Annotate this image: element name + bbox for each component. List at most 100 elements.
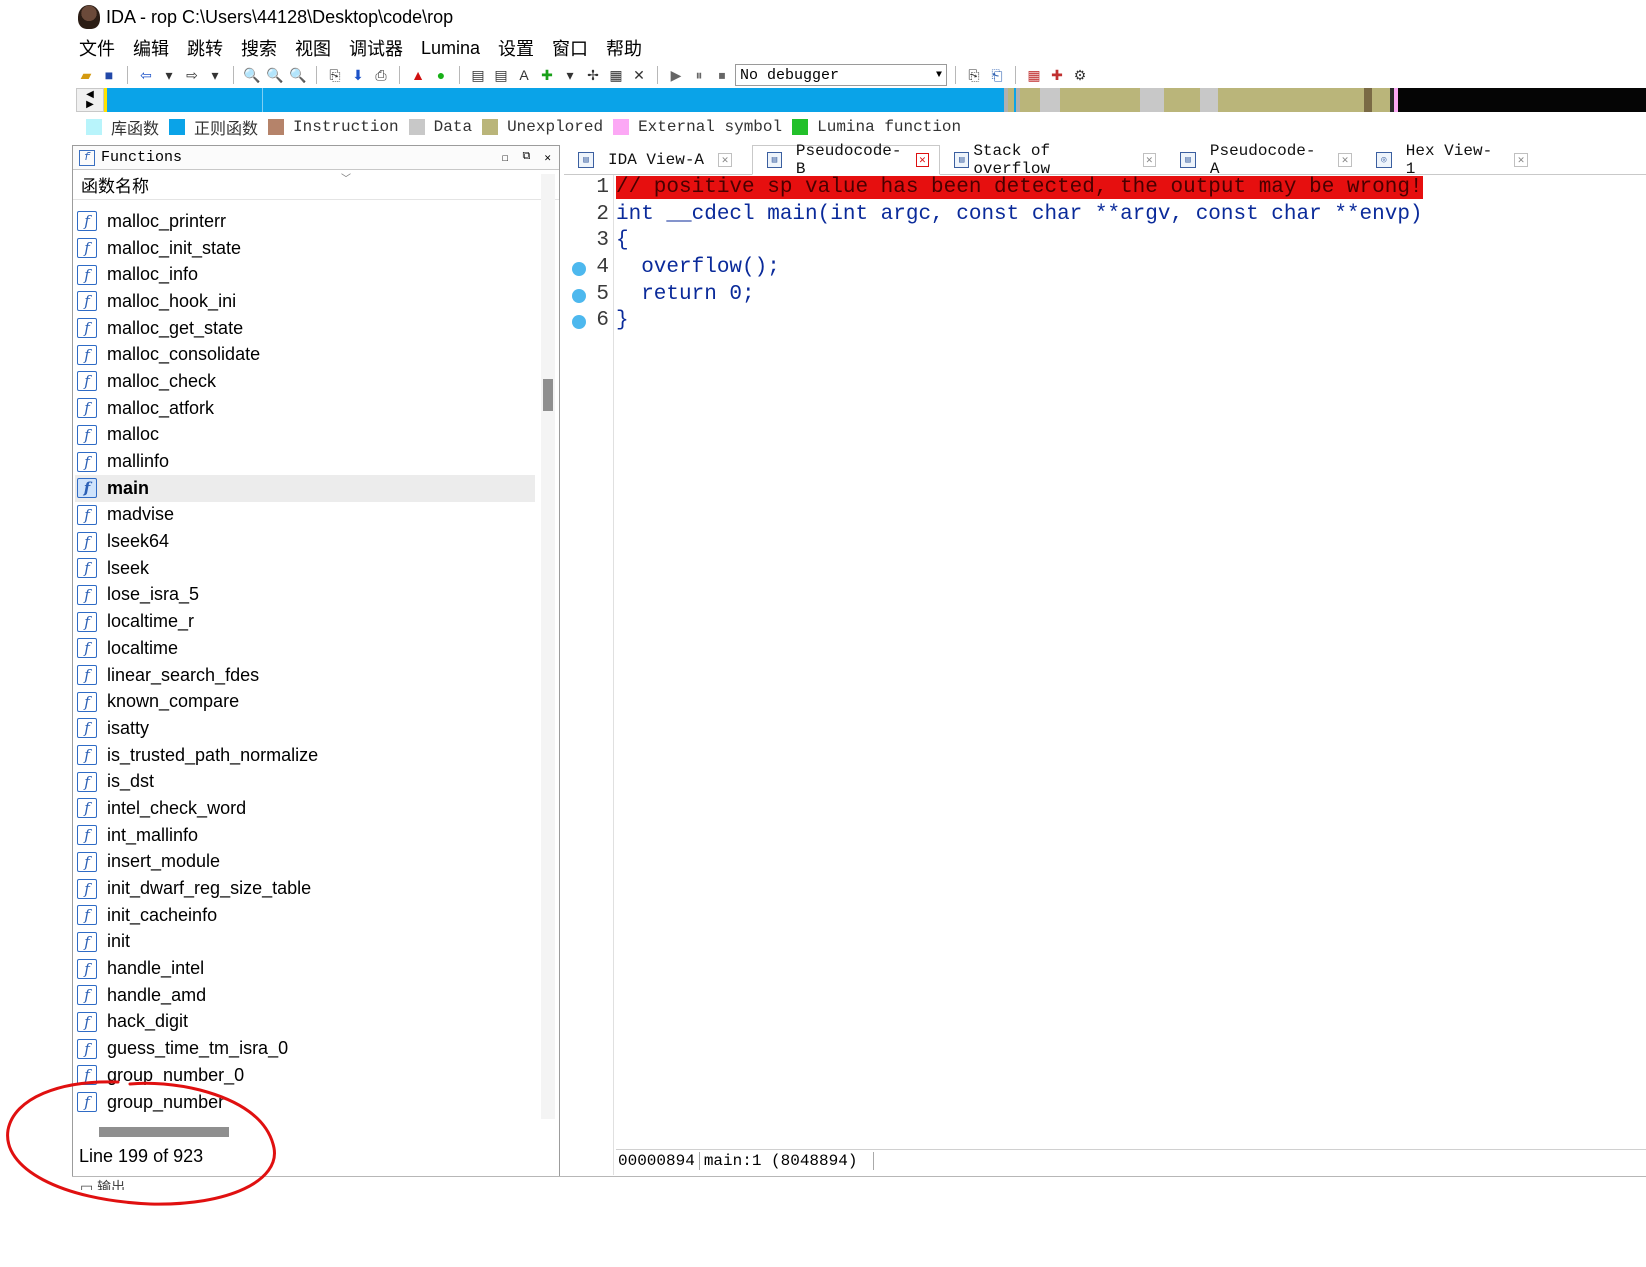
menu-jump[interactable]: 跳转 <box>178 35 232 61</box>
menu-debugger[interactable]: 调试器 <box>340 35 412 61</box>
function-list-item[interactable]: f linear_search_fdes <box>75 662 535 689</box>
menu-search[interactable]: 搜索 <box>232 35 286 61</box>
close-icon[interactable]: ✕ <box>718 153 733 167</box>
function-list-item[interactable]: f int_mallinfo <box>75 822 535 849</box>
menu-edit[interactable]: 编辑 <box>124 35 178 61</box>
function-name-column-header[interactable]: 函数名称 ﹀ <box>73 170 559 200</box>
breakpoint-dot-icon[interactable] <box>572 288 586 303</box>
function-list-item[interactable]: f hack_digit <box>75 1009 535 1036</box>
code-lines[interactable]: // positive sp value has been detected, … <box>616 175 1423 335</box>
function-list-item[interactable]: f malloc_consolidate <box>75 341 535 368</box>
vertical-scrollbar[interactable] <box>541 174 555 1119</box>
stop-icon[interactable]: ⏹ <box>712 65 732 85</box>
function-list-item[interactable]: f handle_amd <box>75 982 535 1009</box>
tab-ida-view-a[interactable]: ▤ IDA View-A ✕ <box>564 145 752 175</box>
run-green-icon[interactable]: ● <box>431 65 451 85</box>
view-3-icon[interactable]: ⚙ <box>1070 65 1090 85</box>
scroll-thumb[interactable] <box>99 1127 229 1137</box>
forward-icon[interactable]: ⇨ <box>182 65 202 85</box>
view-2-icon[interactable]: ✚ <box>1047 65 1067 85</box>
horizontal-scrollbar[interactable] <box>75 1121 537 1143</box>
function-list-item[interactable]: f malloc <box>75 422 535 449</box>
float-icon[interactable]: ⧉ <box>523 151 531 165</box>
menu-windows[interactable]: 窗口 <box>543 35 597 61</box>
function-list-item[interactable]: f mallinfo <box>75 448 535 475</box>
open-icon[interactable]: ▰ <box>76 65 96 85</box>
function-list-item[interactable]: f group_number <box>75 1089 535 1116</box>
close-icon[interactable]: ✕ <box>1142 153 1156 167</box>
close-icon[interactable]: ✕ <box>1338 153 1352 167</box>
gutter-row[interactable]: 3 <box>564 228 613 255</box>
tab-pseudocode-b[interactable]: ▤ Pseudocode-B ✕ <box>752 142 940 178</box>
tab-hex-view-1[interactable]: ◎ Hex View-1 ✕ <box>1362 142 1538 178</box>
warning-comment-line[interactable]: // positive sp value has been detected, … <box>616 175 1423 202</box>
search-text-icon[interactable]: 🔍 <box>242 65 262 85</box>
output-tab[interactable]: ▭ 输出 <box>72 1176 1646 1190</box>
down-arrow-icon[interactable]: ⬇ <box>348 65 368 85</box>
nav-strip[interactable] <box>104 88 1646 112</box>
menu-help[interactable]: 帮助 <box>597 35 651 61</box>
debugger-select[interactable]: No debugger ▼ <box>735 64 947 86</box>
pseudocode-view[interactable]: 1 2 3 45 6 // positive sp value has been det… <box>564 175 1646 1175</box>
gutter-row[interactable]: 1 <box>564 175 613 202</box>
debugger-step-icon[interactable]: ⎘ <box>964 65 984 85</box>
function-list-item[interactable]: f malloc_init_state <box>75 235 535 262</box>
search-binary-icon[interactable]: 🔍 <box>265 65 285 85</box>
nav-right-icon[interactable]: ▶ <box>86 100 94 110</box>
add-enum-icon[interactable]: ▤ <box>491 65 511 85</box>
line-number-gutter[interactable]: 1 2 3 45 6 <box>564 175 614 1175</box>
function-list-item[interactable]: f isatty <box>75 715 535 742</box>
breakpoint-dot-icon[interactable] <box>572 262 586 277</box>
save-icon[interactable]: ■ <box>99 65 119 85</box>
gutter-row[interactable]: 5 <box>564 282 613 309</box>
function-list-item[interactable]: f malloc_hook_ini <box>75 288 535 315</box>
add-xref-icon[interactable]: ✢ <box>583 65 603 85</box>
add-string-icon[interactable]: A <box>514 65 534 85</box>
function-list-item[interactable]: f malloc_printerr <box>75 208 535 235</box>
code-line[interactable]: overflow(); <box>616 255 1423 282</box>
function-list-item[interactable]: f malloc_atfork <box>75 395 535 422</box>
function-list-item[interactable]: f insert_module <box>75 849 535 876</box>
function-list-item[interactable]: f malloc_check <box>75 368 535 395</box>
function-list-item[interactable]: f malloc_info <box>75 261 535 288</box>
code-icon[interactable]: ⎙ <box>371 65 391 85</box>
function-list-item[interactable]: f handle_intel <box>75 955 535 982</box>
tab-pseudocode-a[interactable]: ▤ Pseudocode-A ✕ <box>1166 142 1362 178</box>
gutter-row[interactable]: 2 <box>564 202 613 229</box>
function-list-item[interactable]: f init_dwarf_reg_size_table <box>75 875 535 902</box>
function-list-item[interactable]: f lseek64 <box>75 528 535 555</box>
code-line[interactable]: } <box>616 308 1423 335</box>
add-code-icon[interactable]: ✚ <box>537 65 557 85</box>
code-line[interactable]: { <box>616 228 1423 255</box>
add-struct-icon[interactable]: ▤ <box>468 65 488 85</box>
function-list-item[interactable]: f known_compare <box>75 688 535 715</box>
add-xref-icon[interactable]: ▦ <box>606 65 626 85</box>
close-icon[interactable]: ✕ <box>544 151 551 165</box>
close-icon[interactable]: ✕ <box>915 153 929 167</box>
tab-stack-of-overflow[interactable]: ▤ Stack of overflow ✕ <box>940 142 1166 178</box>
back-icon[interactable]: ⇦ <box>136 65 156 85</box>
view-1-icon[interactable]: ▦ <box>1024 65 1044 85</box>
function-list-item[interactable]: f guess_time_tm_isra_0 <box>75 1035 535 1062</box>
graph-icon[interactable]: ▲ <box>408 65 428 85</box>
maximize-icon[interactable]: ☐ <box>502 151 509 165</box>
function-list-item[interactable]: f group_number_0 <box>75 1062 535 1089</box>
scroll-thumb[interactable] <box>543 379 553 411</box>
nav-arrows[interactable]: ◀ ▶ <box>76 88 104 112</box>
function-list-item[interactable]: f init_cacheinfo <box>75 902 535 929</box>
function-list-item[interactable]: f is_trusted_path_normalize <box>75 742 535 769</box>
search-next-icon[interactable]: ⎘ <box>325 65 345 85</box>
breakpoint-dot-icon[interactable] <box>572 315 586 330</box>
function-list-item[interactable]: f init <box>75 929 535 956</box>
menu-lumina[interactable]: Lumina <box>412 38 489 59</box>
delete-icon[interactable]: ✕ <box>629 65 649 85</box>
function-list-item[interactable]: f is_dst <box>75 768 535 795</box>
forward-dropdown-icon[interactable]: ▾ <box>205 65 225 85</box>
function-list-item[interactable]: f madvise <box>75 502 535 529</box>
function-list-item[interactable]: f localtime <box>75 635 535 662</box>
back-dropdown-icon[interactable]: ▾ <box>159 65 179 85</box>
pause-icon[interactable]: ⏸ <box>689 65 709 85</box>
play-icon[interactable]: ▶ <box>666 65 686 85</box>
close-icon[interactable]: ✕ <box>1514 153 1528 167</box>
search-immediate-icon[interactable]: 🔍 <box>288 65 308 85</box>
